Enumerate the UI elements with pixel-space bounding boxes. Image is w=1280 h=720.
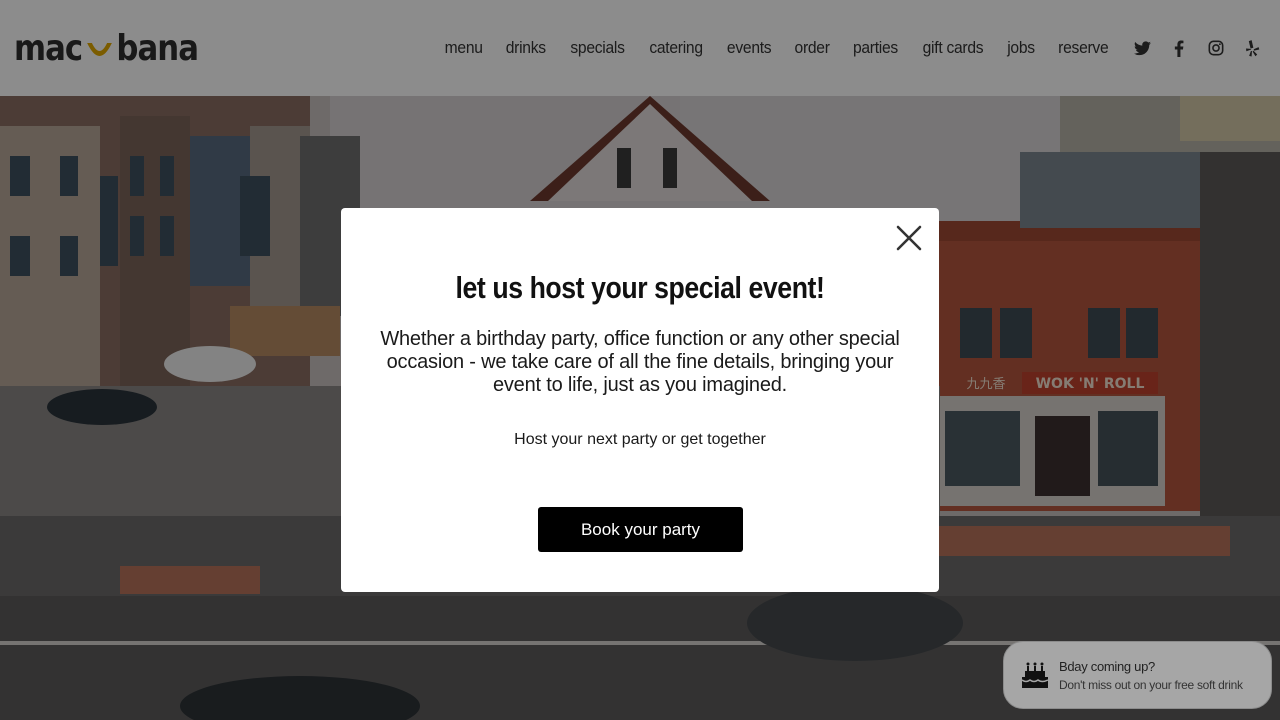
- birthday-toast[interactable]: Bday coming up? Don't miss out on your f…: [1003, 641, 1272, 709]
- toast-message: Don't miss out on your free soft drink: [1059, 677, 1243, 692]
- modal-subtitle: Host your next party or get together: [514, 431, 766, 448]
- book-party-button[interactable]: Book your party: [538, 507, 743, 552]
- birthday-cake-icon: [1021, 662, 1049, 688]
- toast-title: Bday coming up?: [1059, 658, 1155, 674]
- modal-title: let us host your special event!: [455, 270, 825, 305]
- event-modal: let us host your special event! Whether …: [341, 208, 939, 592]
- close-icon[interactable]: [895, 224, 923, 252]
- toast-text: Bday coming up? Don't miss out on your f…: [1059, 659, 1243, 692]
- modal-description: Whether a birthday party, office functio…: [380, 328, 900, 396]
